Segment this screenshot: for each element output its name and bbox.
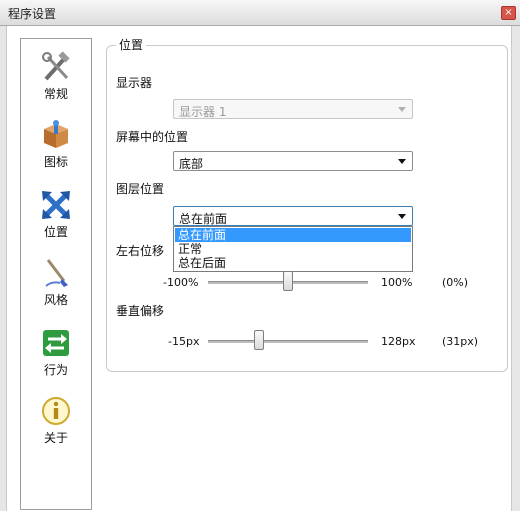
vertical-max-label: 128px (381, 335, 416, 348)
group-title: 位置 (116, 36, 147, 53)
vertical-value-label: (31px) (442, 335, 479, 348)
vertical-min-label: -15px (168, 335, 200, 348)
sidebar: 常规 图标 位置 风格 行为 关于 (20, 38, 92, 510)
sidebar-item-label: 常规 (43, 87, 68, 101)
vertical-offset-label: 垂直偏移 (116, 304, 165, 318)
chevron-down-icon (398, 214, 406, 219)
horizontal-offset-label: 左右位移 (116, 244, 165, 258)
close-button[interactable]: × (501, 6, 516, 20)
chevron-down-icon (398, 107, 406, 112)
horizontal-max-label: 100% (381, 276, 413, 289)
layer-position-value: 总在前面 (179, 212, 228, 226)
sidebar-item-label: 关于 (43, 431, 68, 445)
layer-position-select[interactable]: 总在前面 (173, 206, 413, 226)
info-icon (42, 397, 70, 425)
display-value: 显示器 1 (179, 105, 227, 119)
horizontal-slider-thumb[interactable] (283, 271, 293, 291)
screen-position-label: 屏幕中的位置 (116, 130, 189, 144)
screen-position-value: 底部 (179, 157, 204, 171)
dropdown-option[interactable]: 总在后面 (175, 256, 411, 270)
sidebar-item-label: 风格 (43, 293, 68, 307)
vertical-slider-track[interactable] (208, 340, 368, 343)
vertical-slider-thumb[interactable] (254, 330, 265, 350)
display-label: 显示器 (116, 76, 153, 90)
sidebar-item-about[interactable]: 关于 (21, 395, 91, 446)
window-frame-left (0, 26, 7, 511)
arrows-icon (43, 330, 69, 356)
sidebar-item-label: 图标 (43, 155, 68, 169)
tools-icon (42, 51, 70, 81)
dropdown-option[interactable]: 正常 (175, 242, 411, 256)
sidebar-item-general[interactable]: 常规 (21, 51, 91, 102)
horizontal-value-label: (0%) (442, 276, 469, 289)
sidebar-item-label: 位置 (43, 225, 68, 239)
sidebar-item-style[interactable]: 风格 (21, 257, 91, 308)
close-icon: × (504, 7, 513, 18)
sidebar-item-behavior[interactable]: 行为 (21, 327, 91, 378)
sidebar-item-position[interactable]: 位置 (21, 189, 91, 240)
package-icon (44, 120, 68, 148)
sidebar-item-icons[interactable]: 图标 (21, 119, 91, 170)
screen-position-select[interactable]: 底部 (173, 151, 413, 171)
horizontal-min-label: -100% (163, 276, 199, 289)
move-arrows-icon (42, 191, 70, 219)
dropdown-option[interactable]: 总在前面 (175, 228, 411, 242)
window-frame-right (511, 26, 520, 511)
display-select[interactable]: 显示器 1 (173, 99, 413, 119)
window-title: 程序设置 (8, 7, 57, 21)
chevron-down-icon (398, 159, 406, 164)
sidebar-item-label: 行为 (43, 363, 68, 377)
layer-position-dropdown: 总在前面 正常 总在后面 (173, 226, 413, 272)
layer-position-label: 图层位置 (116, 182, 165, 196)
title-bar: 程序设置 × (0, 0, 520, 26)
brush-icon (45, 259, 68, 287)
